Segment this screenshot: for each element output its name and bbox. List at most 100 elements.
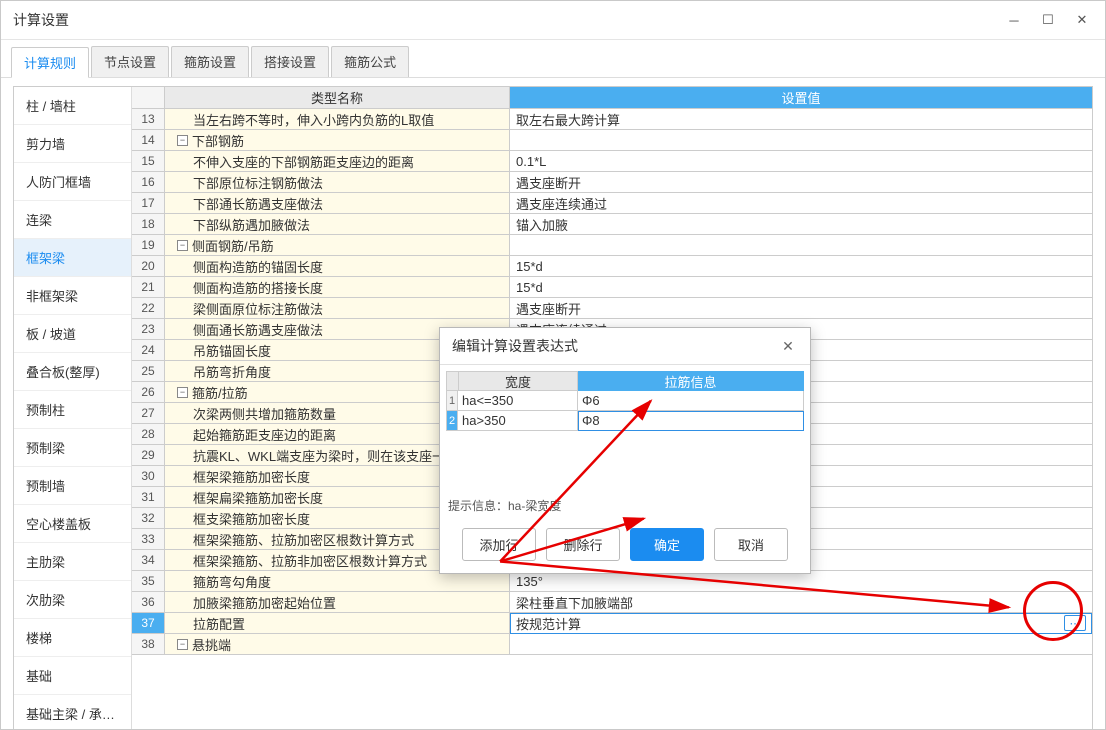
row-name: −侧面钢筋/吊筋 — [165, 235, 510, 256]
row-value-text: 锚入加腋 — [516, 215, 568, 234]
row-name: 拉筋配置 — [165, 613, 510, 634]
sidebar-item-9[interactable]: 预制梁 — [14, 429, 131, 467]
sidebar-item-12[interactable]: 主肋梁 — [14, 543, 131, 581]
row-num: 25 — [132, 361, 165, 382]
dlg-row-1[interactable]: 1ha<=350Φ6 — [446, 391, 804, 411]
tab-2[interactable]: 箍筋设置 — [171, 46, 249, 77]
row-value-text: 遇支座断开 — [516, 173, 581, 192]
sidebar-item-8[interactable]: 预制柱 — [14, 391, 131, 429]
row-value[interactable]: 按规范计算 ⋯ — [510, 613, 1092, 634]
grid-row-19[interactable]: 19−侧面钢筋/吊筋 — [132, 235, 1092, 256]
sidebar-item-2[interactable]: 人防门框墙 — [14, 163, 131, 201]
row-value[interactable]: 锚入加腋 — [510, 214, 1092, 235]
row-value-text: 遇支座断开 — [516, 299, 581, 318]
dlg-row-width[interactable]: ha<=350 — [458, 391, 578, 411]
sidebar-item-6[interactable]: 板 / 坡道 — [14, 315, 131, 353]
sidebar-item-13[interactable]: 次肋梁 — [14, 581, 131, 619]
tree-toggle-icon[interactable]: − — [177, 387, 188, 398]
grid-row-15[interactable]: 15 不伸入支座的下部钢筋距支座边的距离 0.1*L — [132, 151, 1092, 172]
row-name-text: 起始箍筋距支座边的距离 — [193, 425, 336, 444]
row-name-text: 侧面构造筋的锚固长度 — [193, 257, 323, 276]
sidebar-item-10[interactable]: 预制墙 — [14, 467, 131, 505]
dlg-row-2[interactable]: 2ha>350Φ8 — [446, 411, 804, 431]
grid-row-14[interactable]: 14−下部钢筋 — [132, 130, 1092, 151]
row-num: 29 — [132, 445, 165, 466]
row-num: 17 — [132, 193, 165, 214]
sidebar-item-5[interactable]: 非框架梁 — [14, 277, 131, 315]
tree-toggle-icon[interactable]: − — [177, 639, 188, 650]
row-value[interactable]: 15*d — [510, 277, 1092, 298]
row-name-text: 箍筋/拉筋 — [192, 383, 248, 402]
row-num: 21 — [132, 277, 165, 298]
row-name-text: 次梁两侧共增加箍筋数量 — [193, 404, 336, 423]
row-value[interactable]: 15*d — [510, 256, 1092, 277]
dlg-row-info[interactable]: Φ6 — [578, 391, 804, 411]
tab-0[interactable]: 计算规则 — [11, 47, 89, 78]
row-value-text: 遇支座连续通过 — [516, 194, 607, 213]
row-num: 28 — [132, 424, 165, 445]
tab-1[interactable]: 节点设置 — [91, 46, 169, 77]
delete-row-button[interactable]: 删除行 — [546, 528, 620, 561]
sidebar[interactable]: 柱 / 墙柱剪力墙人防门框墙连梁框架梁非框架梁板 / 坡道叠合板(整厚)预制柱预… — [14, 87, 132, 730]
grid-row-38[interactable]: 38−悬挑端 — [132, 634, 1092, 655]
grid-row-13[interactable]: 13当左右跨不等时，伸入小跨内负筋的L取值取左右最大跨计算 — [132, 109, 1092, 130]
grid-row-20[interactable]: 20侧面构造筋的锚固长度15*d — [132, 256, 1092, 277]
minimize-icon[interactable]: ─ — [1003, 9, 1025, 31]
row-name-text: 不伸入支座的下部钢筋距支座边的距离 — [193, 152, 414, 171]
cancel-button[interactable]: 取消 — [714, 528, 788, 561]
row-name-text: 拉筋配置 — [193, 614, 245, 633]
edit-expression-button[interactable]: ⋯ — [1064, 615, 1086, 631]
sidebar-item-0[interactable]: 柱 / 墙柱 — [14, 87, 131, 125]
tab-4[interactable]: 箍筋公式 — [331, 46, 409, 77]
tab-3[interactable]: 搭接设置 — [251, 46, 329, 77]
row-value[interactable]: 遇支座连续通过 — [510, 193, 1092, 214]
row-name-text: 吊筋锚固长度 — [193, 341, 271, 360]
row-value[interactable]: 梁柱垂直下加腋端部 — [510, 592, 1092, 613]
row-name-text: 箍筋弯勾角度 — [193, 572, 271, 591]
grid-row-22[interactable]: 22梁侧面原位标注筋做法遇支座断开 — [132, 298, 1092, 319]
grid-header-num — [132, 87, 165, 109]
row-value[interactable] — [510, 130, 1092, 151]
row-num: 15 — [132, 151, 165, 172]
grid-row-17[interactable]: 17下部通长筋遇支座做法遇支座连续通过 — [132, 193, 1092, 214]
close-icon[interactable]: ✕ — [1071, 9, 1093, 31]
row-value[interactable]: 遇支座断开 — [510, 298, 1092, 319]
sidebar-item-1[interactable]: 剪力墙 — [14, 125, 131, 163]
tree-toggle-icon[interactable]: − — [177, 240, 188, 251]
row-value[interactable]: 取左右最大跨计算 — [510, 109, 1092, 130]
grid-row-21[interactable]: 21侧面构造筋的搭接长度15*d — [132, 277, 1092, 298]
dlg-row-width[interactable]: ha>350 — [458, 411, 578, 431]
row-value[interactable] — [510, 235, 1092, 256]
grid-row-36[interactable]: 36加腋梁箍筋加密起始位置梁柱垂直下加腋端部 — [132, 592, 1092, 613]
row-num: 16 — [132, 172, 165, 193]
tab-strip: 计算规则节点设置箍筋设置搭接设置箍筋公式 — [1, 40, 1105, 78]
sidebar-item-7[interactable]: 叠合板(整厚) — [14, 353, 131, 391]
sidebar-item-3[interactable]: 连梁 — [14, 201, 131, 239]
add-row-button[interactable]: 添加行 — [462, 528, 536, 561]
row-value[interactable]: 135° — [510, 571, 1092, 592]
tree-toggle-icon[interactable]: − — [177, 135, 188, 146]
grid-row-37[interactable]: 37拉筋配置按规范计算⋯ — [132, 613, 1092, 634]
sidebar-item-16[interactable]: 基础主梁 / 承… — [14, 695, 131, 730]
dialog-close-icon[interactable]: ✕ — [778, 336, 798, 356]
grid-row-35[interactable]: 35箍筋弯勾角度135° — [132, 571, 1092, 592]
dlg-row-info[interactable]: Φ8 — [578, 411, 804, 431]
row-value-text: 梁柱垂直下加腋端部 — [516, 593, 633, 612]
maximize-icon[interactable]: ☐ — [1037, 9, 1059, 31]
row-name-text: 下部原位标注钢筋做法 — [193, 173, 323, 192]
grid-row-18[interactable]: 18下部纵筋遇加腋做法锚入加腋 — [132, 214, 1092, 235]
row-value-text: 按规范计算 — [516, 614, 581, 633]
ok-button[interactable]: 确定 — [630, 528, 704, 561]
window-title: 计算设置 — [13, 10, 69, 30]
sidebar-item-11[interactable]: 空心楼盖板 — [14, 505, 131, 543]
grid-row-16[interactable]: 16 下部原位标注钢筋做法 遇支座断开 — [132, 172, 1092, 193]
row-name-text: 当左右跨不等时，伸入小跨内负筋的L取值 — [193, 110, 434, 129]
sidebar-item-4[interactable]: 框架梁 — [14, 239, 131, 277]
row-value[interactable]: 遇支座断开 — [510, 172, 1092, 193]
row-num: 36 — [132, 592, 165, 613]
sidebar-item-15[interactable]: 基础 — [14, 657, 131, 695]
row-value[interactable]: 0.1*L — [510, 151, 1092, 172]
row-name-text: 框支梁箍筋加密长度 — [193, 509, 310, 528]
row-value[interactable] — [510, 634, 1092, 655]
sidebar-item-14[interactable]: 楼梯 — [14, 619, 131, 657]
